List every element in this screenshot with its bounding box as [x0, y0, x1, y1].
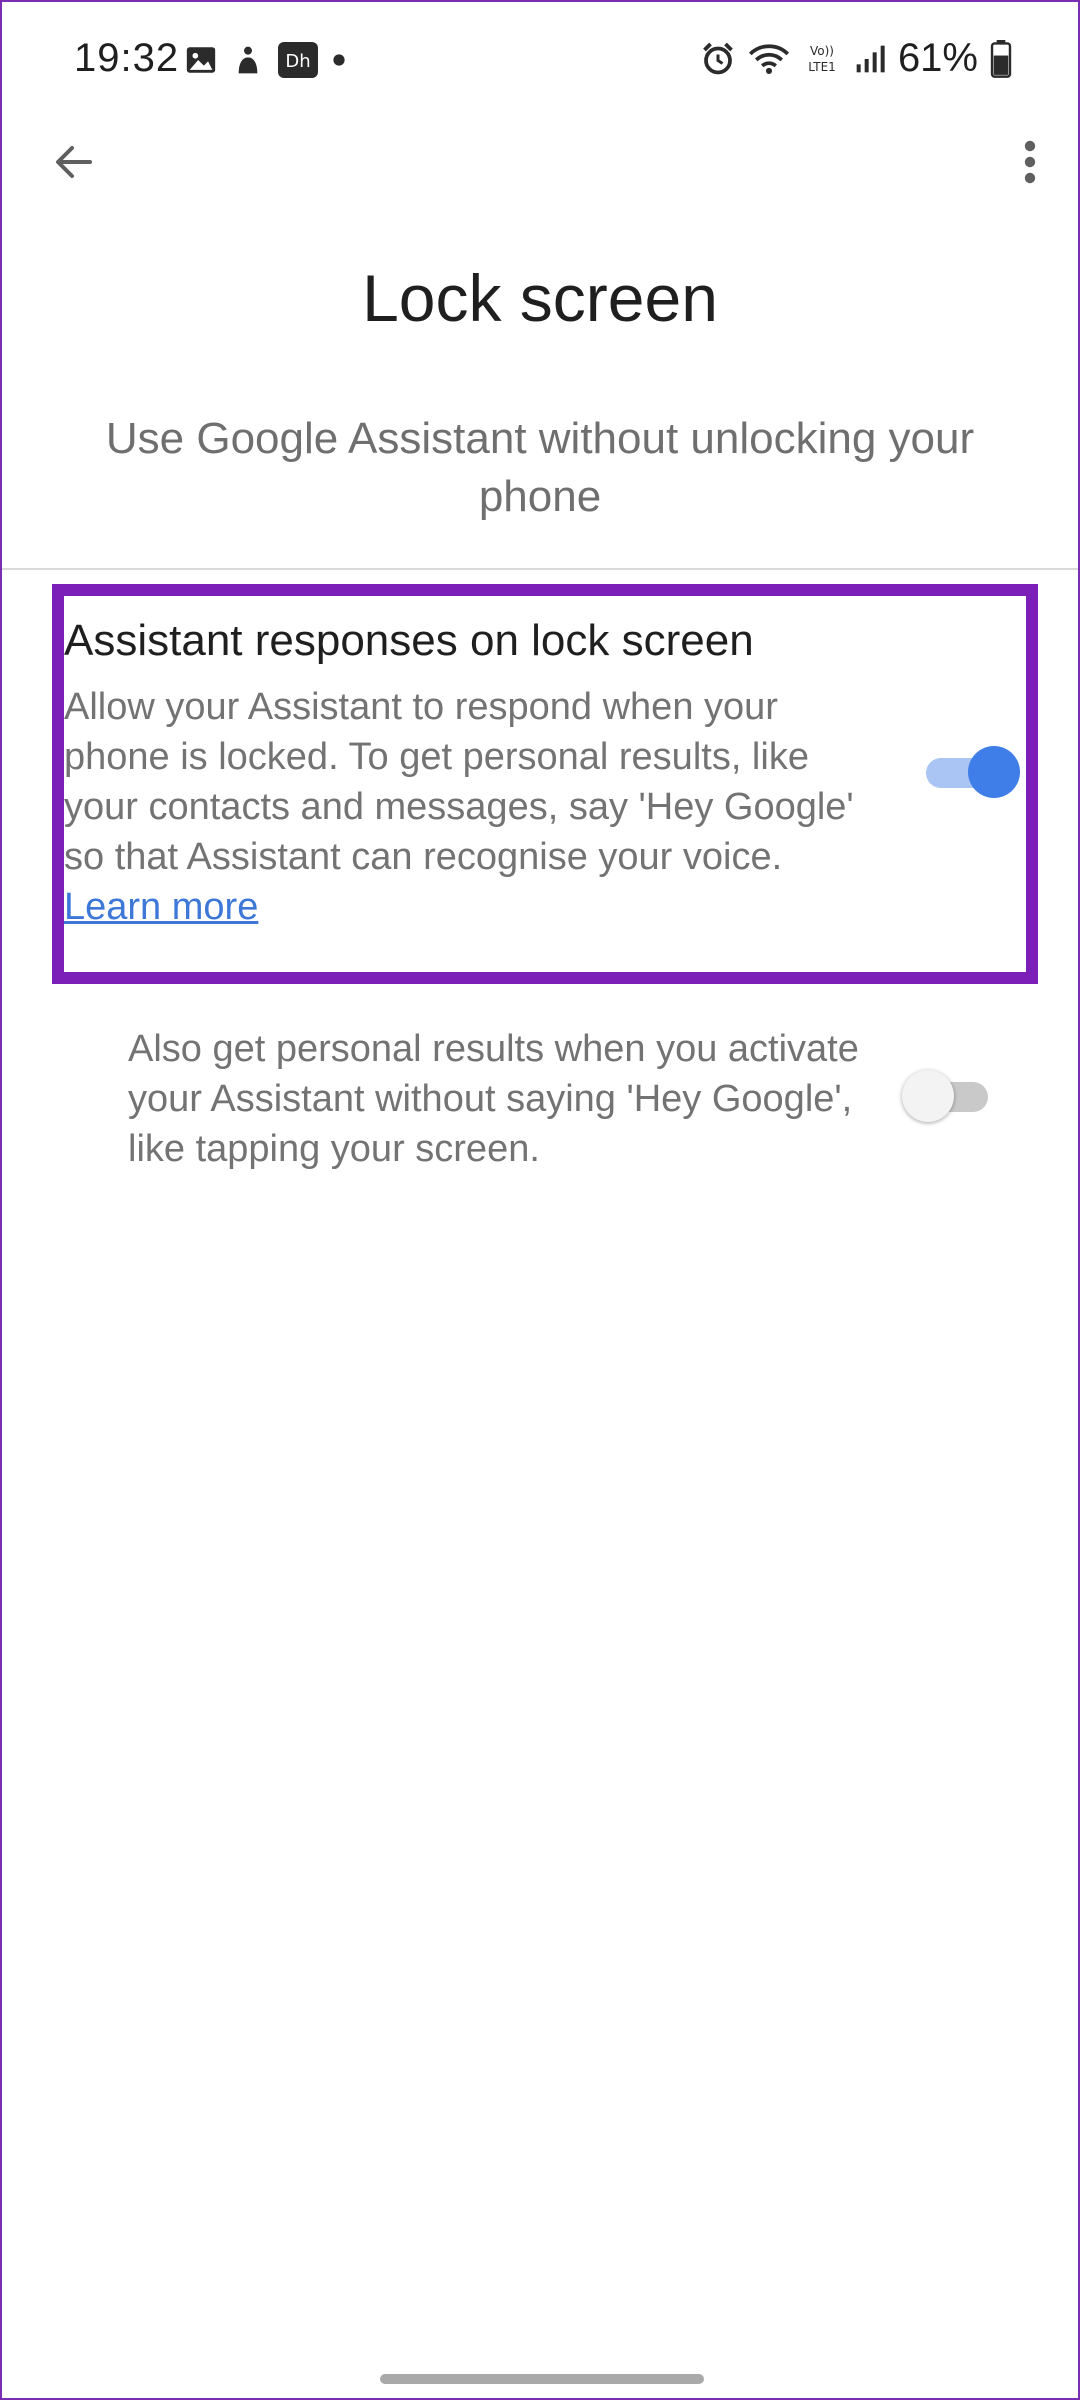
divider	[2, 568, 1078, 570]
image-icon	[184, 43, 218, 77]
dot-icon	[332, 53, 346, 67]
back-button[interactable]	[46, 136, 102, 192]
volte-icon: Vo)) LTE1	[802, 41, 842, 77]
more-options-button[interactable]	[1010, 136, 1050, 192]
status-time: 19:32	[74, 36, 180, 80]
volte-label-top: Vo))	[810, 44, 834, 58]
wifi-icon	[748, 42, 790, 76]
hotstar-badge-text: Dh	[285, 51, 310, 72]
app-bar	[2, 122, 1078, 202]
gesture-nav-handle[interactable]	[380, 2374, 704, 2384]
toggle-thumb	[902, 1070, 954, 1122]
signal-icon	[854, 43, 886, 75]
toggle-thumb	[968, 746, 1020, 798]
personal-results-toggle[interactable]	[902, 1070, 988, 1122]
page-title: Lock screen	[362, 261, 718, 335]
alarm-icon	[700, 41, 736, 77]
figure-icon	[232, 43, 264, 77]
learn-more-link[interactable]: Learn more	[64, 886, 258, 928]
battery-icon	[990, 39, 1012, 78]
volte-label-bottom: LTE1	[808, 60, 836, 74]
assistant-responses-description-text: Allow your Assistant to respond when you…	[64, 686, 854, 878]
status-bar: 19:32 Dh Vo)) LTE1 61%	[2, 2, 1078, 122]
battery-percent: 61%	[897, 36, 978, 80]
arrow-back-icon	[50, 138, 98, 191]
assistant-responses-toggle[interactable]	[926, 746, 1020, 798]
personal-results-description: Also get personal results when you activ…	[128, 1028, 859, 1170]
hotstar-icon: Dh	[278, 42, 318, 78]
more-vert-icon	[1022, 138, 1038, 191]
page-subtitle: Use Google Assistant without unlocking y…	[105, 414, 975, 521]
assistant-responses-description: Allow your Assistant to respond when you…	[64, 682, 864, 932]
assistant-responses-title: Assistant responses on lock screen	[64, 616, 754, 665]
status-right-icons: Vo)) LTE1 61%	[700, 36, 1012, 81]
status-left-icons: Dh	[184, 42, 346, 78]
